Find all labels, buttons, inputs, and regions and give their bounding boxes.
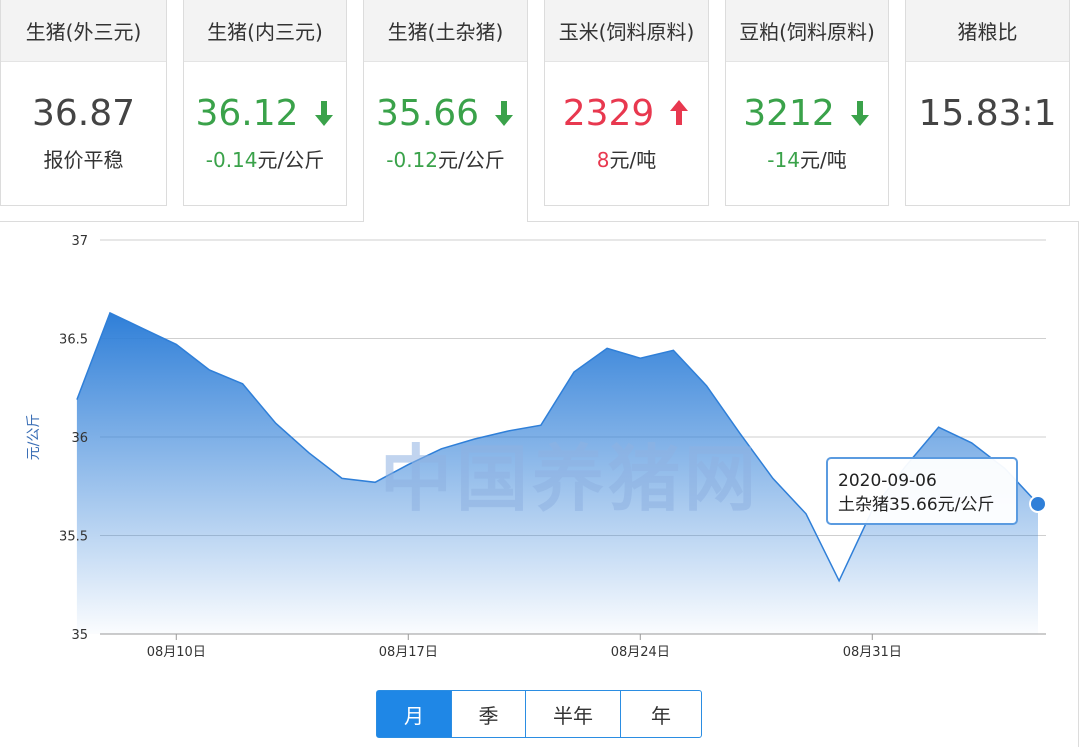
price-change: -0.14元/公斤 bbox=[184, 144, 346, 173]
time-range-selector: 月 季 半年 年 bbox=[376, 690, 702, 738]
tab-label: 生猪(外三元) bbox=[1, 0, 166, 62]
price-change: -14元/吨 bbox=[726, 144, 888, 173]
price-number: 36.87 bbox=[31, 93, 136, 134]
change-unit: 元/吨 bbox=[799, 148, 847, 172]
tab-label: 玉米(饲料原料) bbox=[545, 0, 708, 62]
tab-pig-mixed[interactable]: 生猪(土杂猪) 35.66 -0.12元/公斤 bbox=[363, 0, 528, 222]
price-value: 3212 bbox=[726, 92, 888, 136]
price-value: 15.83:1 bbox=[906, 92, 1069, 136]
arrow-down-icon bbox=[495, 101, 514, 126]
price-number: 36.12 bbox=[195, 93, 299, 134]
price-status: 报价平稳 bbox=[43, 148, 124, 172]
arrow-down-icon bbox=[314, 101, 333, 126]
change-amount: -0.14 bbox=[205, 148, 258, 172]
price-change: -0.12元/公斤 bbox=[364, 144, 527, 173]
range-quarter-button[interactable]: 季 bbox=[452, 691, 526, 737]
tooltip-date: 2020-09-06 bbox=[838, 471, 937, 491]
price-number: 3212 bbox=[743, 93, 835, 134]
tab-label: 生猪(内三元) bbox=[184, 0, 346, 62]
x-tick-label: 08月17日 bbox=[379, 645, 438, 660]
change-unit: 元/公斤 bbox=[257, 148, 325, 172]
x-tick-label: 08月24日 bbox=[611, 645, 670, 660]
change-amount: 8 bbox=[596, 148, 610, 172]
tab-soybean-meal[interactable]: 豆粕(饲料原料) 3212 -14元/吨 bbox=[725, 0, 889, 206]
tab-pig-outer-three[interactable]: 生猪(外三元) 36.87 报价平稳 bbox=[0, 0, 167, 206]
range-year-button[interactable]: 年 bbox=[621, 691, 701, 737]
change-unit: 元/吨 bbox=[609, 148, 657, 172]
ratio-number: 15.83:1 bbox=[918, 93, 1057, 134]
y-tick-label: 35.5 bbox=[59, 530, 88, 545]
tab-label: 猪粮比 bbox=[906, 0, 1069, 62]
price-value: 2329 bbox=[545, 92, 708, 136]
y-axis-title: 元/公斤 bbox=[26, 414, 42, 461]
y-tick-label: 36 bbox=[71, 431, 88, 446]
tab-corn[interactable]: 玉米(饲料原料) 2329 8元/吨 bbox=[544, 0, 709, 206]
arrow-down-icon bbox=[850, 101, 869, 126]
chart-tooltip: 2020-09-06 土杂猪35.66元/公斤 bbox=[826, 457, 1018, 525]
indicator-tabs: 生猪(外三元) 36.87 报价平稳 生猪(内三元) 36.12 -0.14元/… bbox=[0, 0, 1080, 222]
tab-pig-inner-three[interactable]: 生猪(内三元) 36.12 -0.14元/公斤 bbox=[183, 0, 347, 206]
tooltip-value: 土杂猪35.66元/公斤 bbox=[838, 495, 995, 515]
highlight-point[interactable] bbox=[1029, 494, 1047, 513]
x-tick-label: 08月10日 bbox=[147, 645, 206, 660]
price-number: 2329 bbox=[562, 93, 655, 134]
tab-label: 豆粕(饲料原料) bbox=[726, 0, 888, 62]
price-number: 35.66 bbox=[375, 93, 480, 134]
watermark-text: 中国养猪网 bbox=[380, 437, 761, 521]
price-change: 8元/吨 bbox=[545, 144, 708, 173]
change-amount: -14 bbox=[767, 148, 800, 172]
price-value: 35.66 bbox=[364, 92, 527, 136]
x-axis-ticks: 08月10日 08月17日 08月24日 08月31日 bbox=[147, 634, 902, 660]
change-unit: 元/公斤 bbox=[438, 148, 505, 172]
price-value: 36.12 bbox=[184, 92, 346, 136]
arrow-up-icon bbox=[670, 100, 689, 125]
y-tick-label: 37 bbox=[71, 234, 88, 249]
tab-label: 生猪(土杂猪) bbox=[364, 0, 527, 62]
tab-pig-grain-ratio[interactable]: 猪粮比 15.83:1 bbox=[905, 0, 1070, 206]
y-tick-label: 35 bbox=[71, 628, 88, 643]
range-half-year-button[interactable]: 半年 bbox=[526, 691, 621, 737]
x-tick-label: 08月31日 bbox=[843, 645, 902, 660]
range-month-button[interactable]: 月 bbox=[377, 691, 452, 737]
price-value: 36.87 bbox=[1, 92, 166, 136]
change-amount: -0.12 bbox=[386, 148, 438, 172]
y-tick-label: 36.5 bbox=[59, 333, 88, 348]
